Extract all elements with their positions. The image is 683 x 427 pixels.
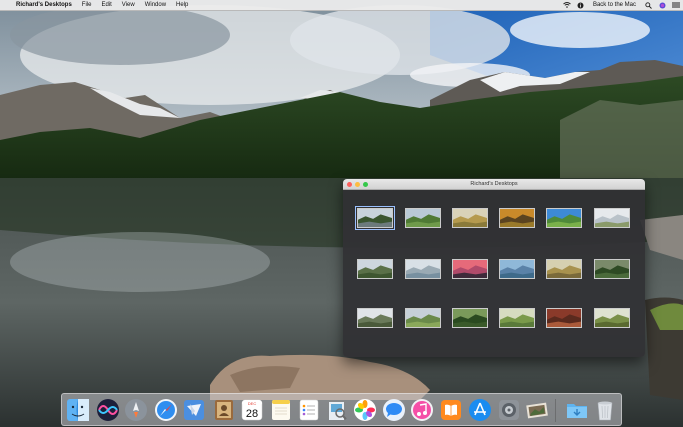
photos-icon[interactable] (353, 398, 377, 422)
close-button[interactable] (347, 181, 352, 187)
wallpaper-thumbnail[interactable] (499, 308, 535, 328)
ibooks-icon[interactable] (439, 398, 463, 422)
launchpad-icon[interactable] (124, 398, 148, 422)
back-to-the-mac-menu[interactable]: Back to the Mac (588, 0, 641, 10)
wallpaper-thumbnail[interactable] (499, 259, 535, 279)
mail-icon[interactable] (182, 398, 206, 422)
minimize-button[interactable] (355, 181, 360, 187)
calendar-icon[interactable]: DEC 28 (240, 398, 264, 422)
spotlight-search-icon[interactable] (644, 1, 652, 9)
wallpaper-thumbnail[interactable] (499, 208, 535, 228)
app-menu[interactable]: Richard's Desktops (11, 0, 77, 10)
safari-icon[interactable] (154, 398, 178, 422)
zoom-button[interactable] (363, 181, 368, 187)
menu-bar: Richard's Desktops File Edit View Window… (0, 0, 683, 11)
calendar-day: 28 (246, 408, 258, 420)
notification-center-icon[interactable] (672, 2, 680, 9)
menu-edit[interactable]: Edit (96, 0, 116, 10)
finder-icon[interactable] (66, 398, 90, 422)
menu-file[interactable]: File (77, 0, 97, 10)
wallpaper-thumbnail[interactable] (452, 259, 488, 279)
menu-help[interactable]: Help (171, 0, 193, 10)
wallpaper-thumbnail[interactable] (546, 259, 582, 279)
dock: DEC 28 (61, 393, 622, 426)
info-icon[interactable] (577, 2, 585, 9)
contacts-icon[interactable] (212, 398, 236, 422)
richards-desktops-window: Richard's Desktops (343, 179, 645, 357)
wallpaper-thumbnail[interactable] (594, 308, 630, 328)
status-area: Back to the Mac (560, 0, 683, 10)
wallpaper-thumbnail[interactable] (594, 259, 630, 279)
menu-window[interactable]: Window (140, 0, 171, 10)
wallpaper-thumbnail[interactable] (357, 259, 393, 279)
app-store-icon[interactable] (468, 398, 492, 422)
wifi-icon[interactable] (563, 2, 571, 9)
preview-icon[interactable] (325, 398, 349, 422)
itunes-icon[interactable] (410, 398, 434, 422)
menu-view[interactable]: View (117, 0, 140, 10)
system-preferences-icon[interactable] (497, 398, 521, 422)
dock-separator (555, 399, 556, 422)
calendar-month: DEC (248, 401, 257, 406)
wallpaper-thumbnail[interactable] (546, 208, 582, 228)
trash-icon[interactable] (593, 398, 617, 422)
wallpaper-thumbnail[interactable] (357, 308, 393, 328)
window-controls (347, 181, 368, 187)
wallpaper-thumbnail[interactable] (452, 208, 488, 228)
window-title: Richard's Desktops (470, 181, 518, 187)
wallpaper-grid (343, 190, 645, 357)
reminders-icon[interactable] (297, 398, 321, 422)
window-titlebar[interactable]: Richard's Desktops (343, 179, 645, 190)
siri-menubar-icon[interactable] (658, 2, 666, 9)
wallpaper-thumbnail[interactable] (405, 308, 441, 328)
wallpaper-thumbnail[interactable] (452, 308, 488, 328)
siri-icon[interactable] (96, 398, 120, 422)
notes-icon[interactable] (269, 398, 293, 422)
wallpaper-thumbnail[interactable] (405, 208, 441, 228)
downloads-folder-icon[interactable] (565, 398, 589, 422)
wallpaper-thumbnail[interactable] (355, 206, 395, 230)
wallpaper-thumbnail[interactable] (546, 308, 582, 328)
desktop-app-icon[interactable] (525, 398, 549, 422)
messages-icon[interactable] (382, 398, 406, 422)
wallpaper-thumbnail[interactable] (405, 259, 441, 279)
wallpaper-thumbnail[interactable] (594, 208, 630, 228)
